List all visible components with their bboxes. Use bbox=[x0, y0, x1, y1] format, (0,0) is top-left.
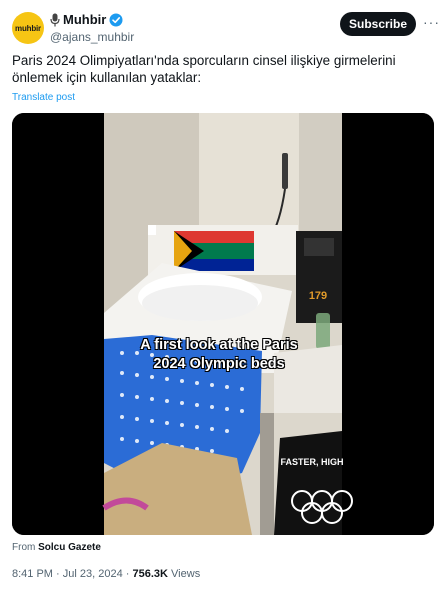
video-caption: A first look at the Paris 2024 Olympic b… bbox=[104, 336, 334, 374]
translate-post-link[interactable]: Translate post bbox=[12, 92, 75, 103]
video-caption-line-2: 2024 Olympic beds bbox=[153, 356, 285, 372]
video-media[interactable]: 179 FASTER, HIGH A first look at the Par… bbox=[12, 113, 434, 535]
media-source-prefix: From bbox=[12, 542, 36, 553]
avatar[interactable]: muhbir bbox=[12, 12, 44, 44]
author-name-row: Muhbir bbox=[50, 12, 123, 27]
media-source-name[interactable]: Solcu Gazete bbox=[38, 542, 101, 553]
post-meta: 8:41 PM · Jul 23, 2024 · 756.3K Views bbox=[12, 568, 200, 580]
post-time[interactable]: 8:41 PM bbox=[12, 568, 53, 580]
views-label: Views bbox=[171, 568, 201, 580]
post-date[interactable]: Jul 23, 2024 bbox=[63, 568, 123, 580]
author-handle[interactable]: @ajans_muhbir bbox=[50, 30, 134, 44]
views-count: 756.3K bbox=[132, 568, 168, 580]
verified-badge-icon bbox=[109, 13, 123, 26]
video-caption-line-1: A first look at the Paris bbox=[140, 337, 298, 353]
subscribe-button[interactable]: Subscribe bbox=[340, 12, 416, 36]
display-name[interactable]: Muhbir bbox=[63, 12, 106, 27]
post-text: Paris 2024 Olimpiyatları'nda sporcuların… bbox=[12, 53, 396, 85]
more-options-icon[interactable]: ··· bbox=[423, 14, 440, 30]
video-frame-image: 179 FASTER, HIGH bbox=[12, 113, 434, 535]
media-source: From Solcu Gazete bbox=[12, 542, 101, 553]
avatar-logo-text: muhbir bbox=[15, 23, 41, 33]
meta-separator: · bbox=[56, 568, 60, 580]
flag-icon bbox=[174, 231, 254, 271]
meta-separator: · bbox=[125, 568, 130, 580]
banner-text: FASTER, HIGH bbox=[280, 457, 343, 467]
box-number-text: 179 bbox=[309, 290, 327, 302]
microphone-icon bbox=[50, 13, 60, 26]
